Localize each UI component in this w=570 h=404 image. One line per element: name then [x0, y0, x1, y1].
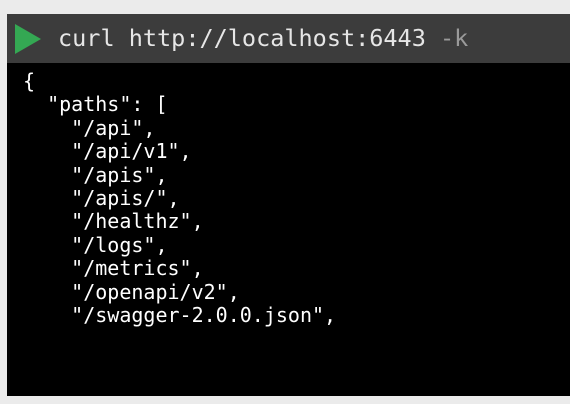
command-text: curl http://localhost:6443 — [58, 24, 426, 52]
output-line: "/metrics", — [23, 256, 204, 281]
output-line: "/openapi/v2", — [23, 279, 240, 304]
play-icon[interactable] — [15, 24, 41, 54]
output-line: "/swagger-2.0.0.json", — [23, 303, 337, 328]
output-line: "/apis", — [23, 162, 168, 187]
terminal-window: curl http://localhost:6443 -k { "paths":… — [7, 14, 570, 396]
output-line: { — [23, 69, 36, 93]
command-line: curl http://localhost:6443 -k — [58, 21, 468, 55]
command-bar: curl http://localhost:6443 -k — [7, 14, 570, 63]
output-line: "/logs", — [23, 232, 168, 257]
output-line: "paths": [ — [23, 92, 168, 117]
output-line: "/apis/", — [23, 186, 180, 211]
command-output: { "paths": [ "/api", "/api/v1", "/apis",… — [23, 69, 337, 328]
command-flag: -k — [425, 24, 469, 52]
output-line: "/api", — [23, 115, 156, 140]
output-line: "/healthz", — [23, 209, 204, 234]
output-line: "/api/v1", — [23, 139, 192, 164]
